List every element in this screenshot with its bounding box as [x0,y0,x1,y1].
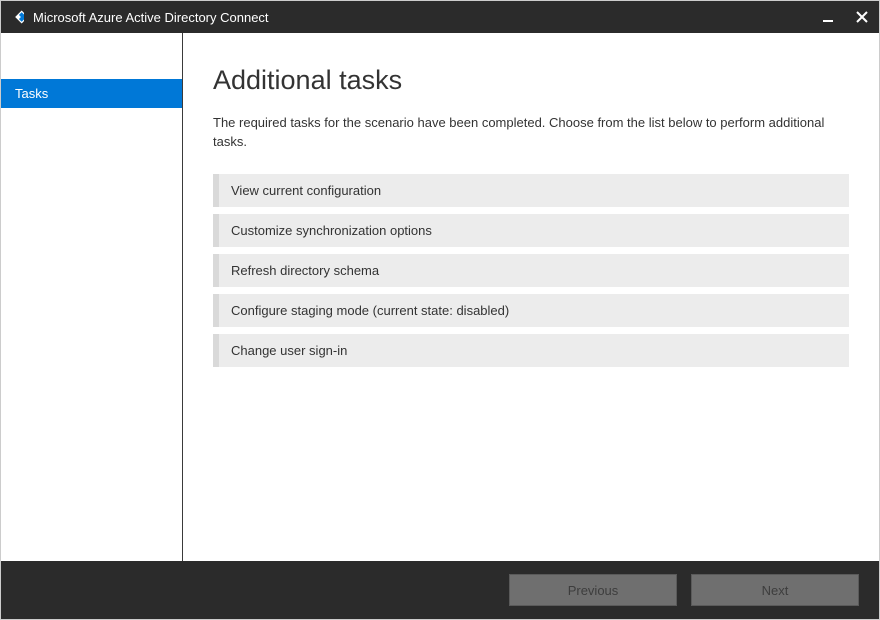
task-customize-sync[interactable]: Customize synchronization options [213,214,849,247]
task-change-signin[interactable]: Change user sign-in [213,334,849,367]
task-label: Refresh directory schema [231,263,379,278]
window-title: Microsoft Azure Active Directory Connect [33,10,819,25]
task-label: View current configuration [231,183,381,198]
sidebar-item-label: Tasks [15,86,48,101]
main-panel: Additional tasks The required tasks for … [183,33,879,561]
page-description: The required tasks for the scenario have… [213,114,849,152]
button-label: Previous [568,583,619,598]
previous-button[interactable]: Previous [509,574,677,606]
sidebar: Tasks [1,33,183,561]
task-label: Customize synchronization options [231,223,432,238]
footer: Previous Next [1,561,879,619]
sidebar-item-tasks[interactable]: Tasks [1,79,182,108]
app-icon [7,8,25,26]
task-view-configuration[interactable]: View current configuration [213,174,849,207]
minimize-button[interactable] [819,8,837,26]
window-controls [819,8,871,26]
close-button[interactable] [853,8,871,26]
task-label: Configure staging mode (current state: d… [231,303,509,318]
task-refresh-schema[interactable]: Refresh directory schema [213,254,849,287]
task-label: Change user sign-in [231,343,347,358]
task-configure-staging[interactable]: Configure staging mode (current state: d… [213,294,849,327]
button-label: Next [762,583,789,598]
titlebar: Microsoft Azure Active Directory Connect [1,1,879,33]
body: Tasks Additional tasks The required task… [1,33,879,561]
task-list: View current configuration Customize syn… [213,174,849,367]
next-button[interactable]: Next [691,574,859,606]
page-title: Additional tasks [213,65,849,96]
